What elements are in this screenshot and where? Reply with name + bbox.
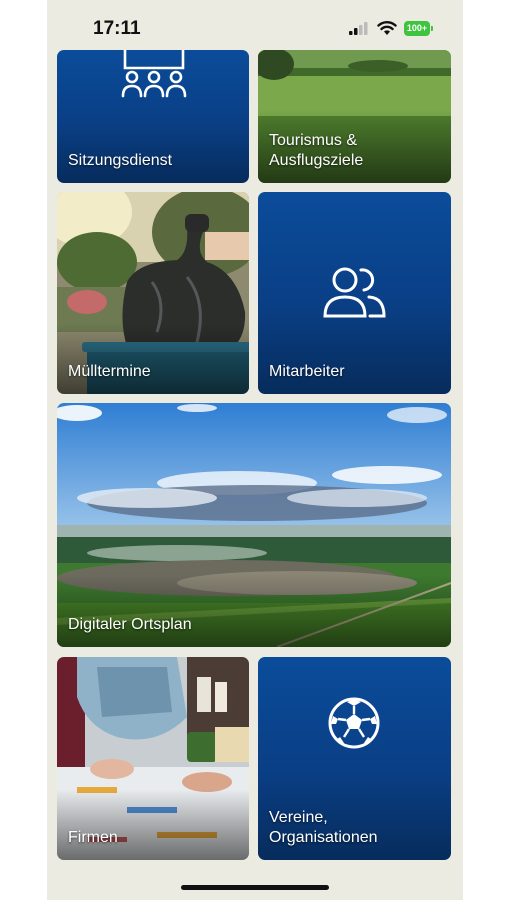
tile-shade <box>57 573 451 647</box>
tile-firmen[interactable]: Firmen <box>57 657 249 860</box>
tile-digitaler-ortsplan[interactable]: Digitaler Ortsplan <box>57 403 451 647</box>
tile-muelltermine[interactable]: Mülltermine <box>57 192 249 394</box>
tile-shade <box>57 788 249 860</box>
app-screen: 17:11 100+ Sitzungsdienst Tourismus & Au… <box>47 0 463 900</box>
tile-label: Firmen <box>68 829 118 846</box>
status-time: 17:11 <box>93 18 141 39</box>
people-icon <box>323 267 386 318</box>
tile-mitarbeiter[interactable]: Mitarbeiter <box>258 192 451 394</box>
battery-nub <box>431 26 433 31</box>
tile-label: Mülltermine <box>68 363 151 380</box>
tile-label: Mitarbeiter <box>269 363 345 380</box>
tile-tourismus[interactable]: Tourismus & Ausflugsziele <box>258 50 451 183</box>
battery-indicator: 100+ <box>404 21 430 36</box>
home-indicator[interactable] <box>181 885 329 890</box>
tile-label: Digitaler Ortsplan <box>68 616 192 633</box>
cellular-signal-icon <box>349 22 368 35</box>
tile-label: Sitzungsdienst <box>68 152 173 169</box>
status-bar: 17:11 100+ <box>47 0 463 52</box>
tile-label: Vereine, Organisationen <box>269 809 378 846</box>
meeting-people-icon <box>121 50 187 98</box>
wifi-icon <box>377 21 397 35</box>
tile-label: Tourismus & Ausflugsziele <box>269 132 364 169</box>
tile-sitzungsdienst[interactable]: Sitzungsdienst <box>57 50 249 183</box>
tile-vereine[interactable]: Vereine, Organisationen <box>258 657 451 860</box>
soccer-ball-icon <box>328 697 380 749</box>
tile-shade <box>57 323 249 394</box>
